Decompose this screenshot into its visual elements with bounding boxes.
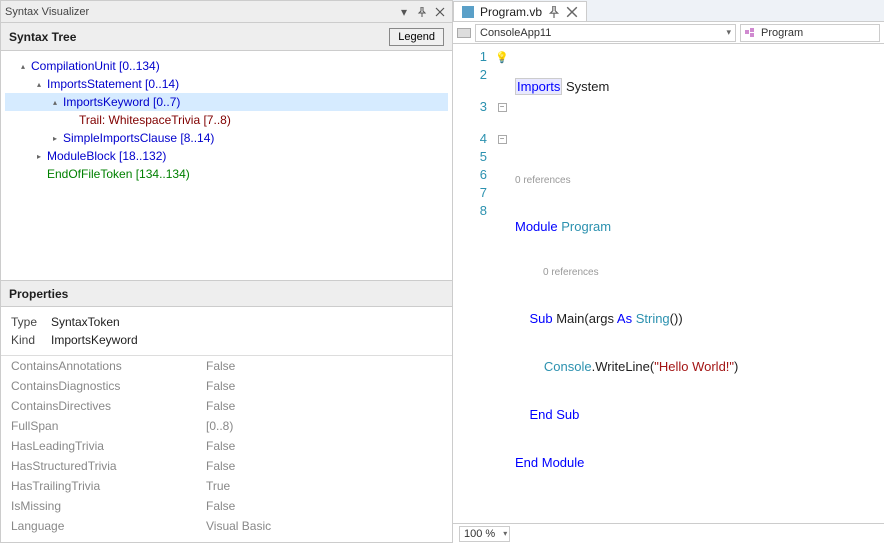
tree-node-label: ImportsKeyword [0..7) (63, 95, 180, 109)
property-value: [0..8) (206, 419, 442, 433)
property-value: False (206, 379, 442, 393)
line-number: 7 (453, 184, 487, 202)
property-key: Language (11, 519, 206, 533)
line-number: 1 (453, 48, 487, 66)
syntax-visualizer-panel: Syntax Visualizer ▾ Syntax Tree Legend ▴… (0, 0, 453, 543)
property-key: HasStructuredTrivia (11, 459, 206, 473)
tree-node[interactable]: ▸ModuleBlock [18..132) (5, 147, 448, 165)
tree-toggle-icon[interactable]: ▸ (33, 150, 45, 162)
property-value: False (206, 359, 442, 373)
tree-toggle-icon[interactable]: ▴ (49, 96, 61, 108)
tree-toggle-icon[interactable]: ▸ (49, 132, 61, 144)
editor-tab-bar: Program.vb (453, 0, 884, 22)
legend-button[interactable]: Legend (389, 28, 444, 46)
dropdown-icon[interactable]: ▾ (396, 4, 412, 20)
tree-node[interactable]: ▴ImportsStatement [0..14) (5, 75, 448, 93)
property-row[interactable]: HasStructuredTriviaFalse (1, 456, 452, 476)
tree-node-label: ImportsStatement [0..14) (47, 77, 179, 91)
tab-pin-icon[interactable] (548, 6, 560, 18)
line-number: 3 (453, 98, 487, 116)
tree-node[interactable]: EndOfFileToken [134..134) (5, 165, 448, 183)
property-value: False (206, 459, 442, 473)
property-value: True (206, 479, 442, 493)
property-row[interactable]: ContainsAnnotationsFalse (1, 356, 452, 376)
tab-program-vb[interactable]: Program.vb (453, 1, 587, 21)
project-dropdown[interactable]: ConsoleApp11 (475, 24, 736, 42)
line-number: 6 (453, 166, 487, 184)
fold-toggle[interactable]: − (498, 135, 507, 144)
property-value: False (206, 399, 442, 413)
tree-node-label: Trail: WhitespaceTrivia [7..8) (79, 113, 231, 127)
tree-node-label: EndOfFileToken [134..134) (47, 167, 190, 181)
codelens[interactable]: 0 references (515, 266, 884, 280)
property-key: HasLeadingTrivia (11, 439, 206, 453)
syntax-tree[interactable]: ▴CompilationUnit [0..134)▴ImportsStateme… (1, 51, 452, 281)
property-row[interactable]: LanguageVisual Basic (1, 516, 452, 536)
tab-close-icon[interactable] (566, 6, 578, 18)
codelens[interactable]: 0 references (515, 174, 884, 188)
editor-panel: Program.vb ConsoleApp11 Program 12 3 45678… (453, 0, 884, 543)
panel-titlebar: Syntax Visualizer ▾ (1, 1, 452, 23)
scope-dropdown[interactable]: Program (740, 24, 880, 42)
tree-node[interactable]: ▸SimpleImportsClause [8..14) (5, 129, 448, 147)
properties-summary: TypeSyntaxTokenKindImportsKeyword (1, 307, 452, 356)
panel-title: Syntax Visualizer (5, 6, 89, 18)
properties-header: Properties (1, 281, 452, 307)
tree-node[interactable]: ▴CompilationUnit [0..134) (5, 57, 448, 75)
tree-node[interactable]: Trail: WhitespaceTrivia [7..8) (5, 111, 448, 129)
fold-toggle[interactable]: − (498, 103, 507, 112)
fold-margin[interactable]: 💡 − − (493, 44, 511, 523)
property-key: ContainsDiagnostics (11, 379, 206, 393)
property-row[interactable]: ContainsDirectivesFalse (1, 396, 452, 416)
close-icon[interactable] (432, 4, 448, 20)
editor-context-bar: ConsoleApp11 Program (453, 22, 884, 44)
tree-node-label: CompilationUnit [0..134) (31, 59, 160, 73)
properties-section: Properties TypeSyntaxTokenKindImportsKey… (1, 281, 452, 542)
tab-label: Program.vb (480, 5, 542, 19)
project-icon (457, 28, 471, 38)
syntax-tree-label: Syntax Tree (9, 30, 76, 44)
property-value: False (206, 499, 442, 513)
property-row[interactable]: HasTrailingTriviaTrue (1, 476, 452, 496)
tree-toggle-icon[interactable] (65, 114, 77, 126)
line-number: 8 (453, 202, 487, 220)
zoom-bar: 100 % (453, 523, 884, 543)
tree-node-label: ModuleBlock [18..132) (47, 149, 166, 163)
property-row[interactable]: IsMissingFalse (1, 496, 452, 516)
lightbulb-icon[interactable]: 💡 (495, 51, 509, 64)
tree-node-label: SimpleImportsClause [8..14) (63, 131, 214, 145)
property-key: ContainsAnnotations (11, 359, 206, 373)
property-row: TypeSyntaxToken (11, 313, 442, 331)
line-number: 2 (453, 66, 487, 84)
module-icon (745, 28, 757, 38)
property-value: Visual Basic (206, 519, 442, 533)
code-area[interactable]: Imports System 0 references Module Progr… (511, 44, 884, 523)
editor-body[interactable]: 12 3 45678 💡 − − Imports System 0 referenc… (453, 44, 884, 523)
zoom-dropdown[interactable]: 100 % (459, 526, 510, 542)
tree-toggle-icon[interactable]: ▴ (33, 78, 45, 90)
pin-icon[interactable] (414, 4, 430, 20)
line-gutter: 12 3 45678 (453, 44, 493, 523)
line-number: 4 (453, 130, 487, 148)
line-number: 5 (453, 148, 487, 166)
tree-toggle-icon[interactable]: ▴ (17, 60, 29, 72)
property-key: IsMissing (11, 499, 206, 513)
property-row[interactable]: FullSpan[0..8) (1, 416, 452, 436)
vb-file-icon (462, 6, 474, 18)
properties-grid[interactable]: ContainsAnnotationsFalseContainsDiagnost… (1, 356, 452, 542)
property-key: FullSpan (11, 419, 206, 433)
property-key: ContainsDirectives (11, 399, 206, 413)
property-row[interactable]: HasLeadingTriviaFalse (1, 436, 452, 456)
property-key: HasTrailingTrivia (11, 479, 206, 493)
tree-toggle-icon[interactable] (33, 168, 45, 180)
property-value: False (206, 439, 442, 453)
syntax-tree-header: Syntax Tree Legend (1, 23, 452, 51)
property-row[interactable]: ContainsDiagnosticsFalse (1, 376, 452, 396)
tree-node[interactable]: ▴ImportsKeyword [0..7) (5, 93, 448, 111)
property-row: KindImportsKeyword (11, 331, 442, 349)
